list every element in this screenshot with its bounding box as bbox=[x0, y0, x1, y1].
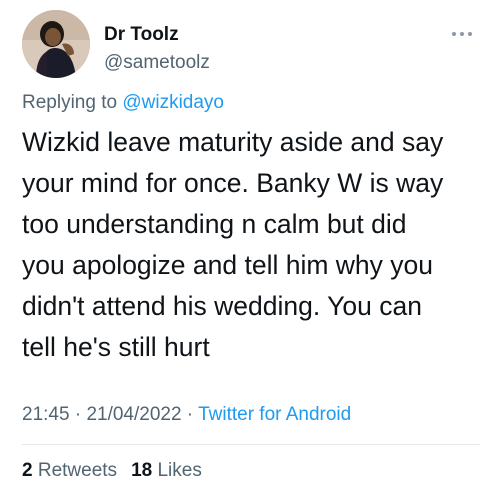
retweets-count: 2 bbox=[22, 460, 33, 481]
dot-icon bbox=[452, 32, 456, 36]
meta-separator: · bbox=[69, 404, 87, 425]
likes-label: Likes bbox=[152, 460, 202, 481]
tweet-text: Wizkid leave maturity aside and say your… bbox=[22, 122, 484, 368]
divider bbox=[22, 444, 480, 445]
avatar-photo-icon bbox=[22, 10, 90, 78]
tweet-text-line: didn't attend his wedding. You can bbox=[22, 291, 422, 321]
more-options-icon[interactable] bbox=[452, 28, 478, 40]
retweets-stat[interactable]: 2 Retweets bbox=[22, 460, 117, 481]
dot-icon bbox=[460, 32, 464, 36]
user-handle[interactable]: @sametoolz bbox=[104, 52, 210, 74]
likes-count: 18 bbox=[131, 460, 153, 481]
reply-mention-link[interactable]: @wizkidayo bbox=[122, 92, 224, 113]
tweet-text-line: you apologize and tell him why you bbox=[22, 250, 433, 280]
display-name[interactable]: Dr Toolz bbox=[104, 24, 179, 46]
tweet-text-line: Wizkid leave maturity aside and say bbox=[22, 127, 444, 157]
tweet-text-line: too understanding n calm but did bbox=[22, 209, 407, 239]
likes-stat[interactable]: 18 Likes bbox=[131, 460, 202, 481]
meta-separator: · bbox=[181, 404, 199, 425]
tweet-date[interactable]: 21/04/2022 bbox=[86, 404, 181, 425]
tweet: Dr Toolz @sametoolz Replying to @wizkida… bbox=[0, 0, 500, 500]
tweet-meta: 21:45 · 21/04/2022 · Twitter for Android bbox=[22, 404, 351, 426]
tweet-time[interactable]: 21:45 bbox=[22, 404, 70, 425]
tweet-source-link[interactable]: Twitter for Android bbox=[198, 404, 351, 425]
tweet-stats: 2 Retweets 18 Likes bbox=[22, 460, 202, 482]
replying-to: Replying to @wizkidayo bbox=[22, 92, 224, 114]
tweet-text-line: tell he's still hurt bbox=[22, 332, 210, 362]
retweets-label: Retweets bbox=[32, 460, 118, 481]
replying-to-label: Replying to bbox=[22, 92, 123, 113]
avatar[interactable] bbox=[22, 10, 90, 78]
tweet-text-line: your mind for once. Banky W is way bbox=[22, 168, 444, 198]
dot-icon bbox=[468, 32, 472, 36]
